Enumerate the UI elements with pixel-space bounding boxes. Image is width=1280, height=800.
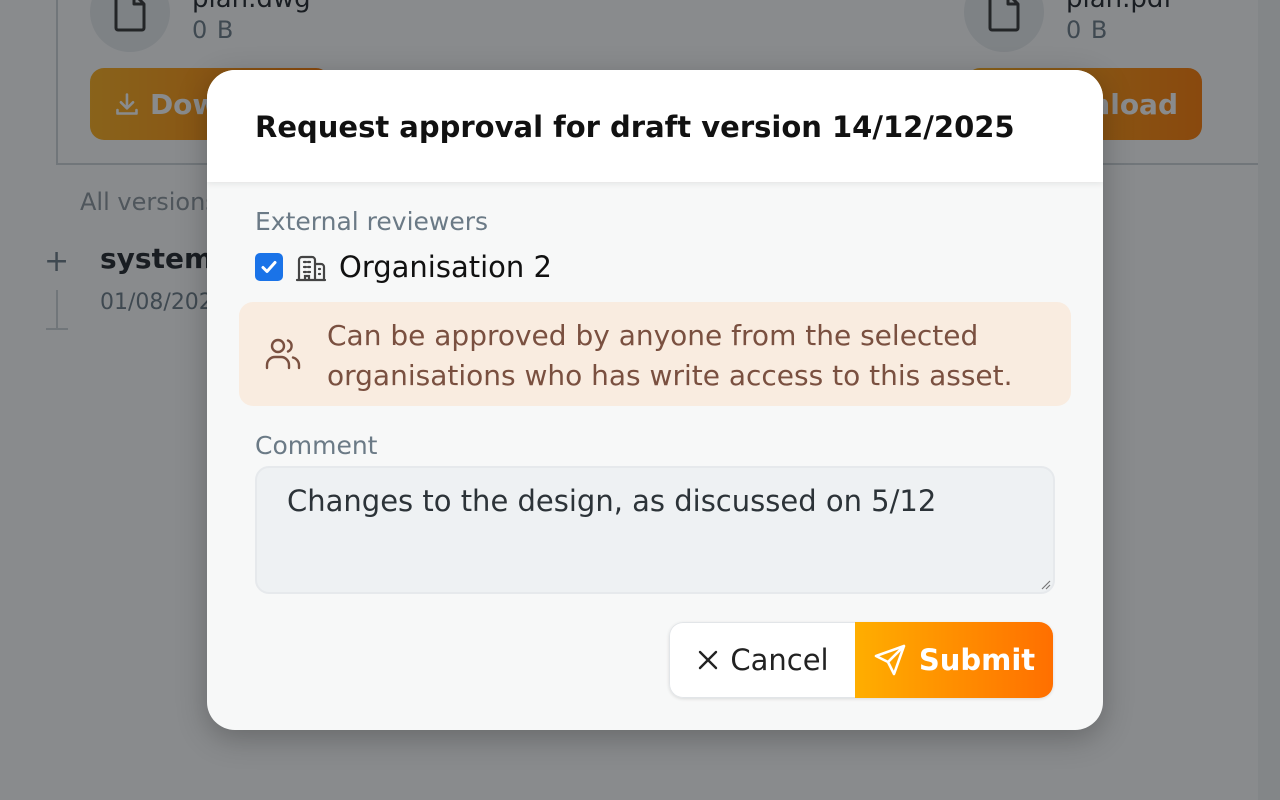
resize-grip-icon[interactable]: [1039, 578, 1051, 590]
organisation-label: Organisation 2: [339, 250, 552, 284]
info-callout: Can be approved by anyone from the selec…: [239, 302, 1071, 406]
building-icon: [295, 255, 327, 282]
comment-label: Comment: [255, 431, 378, 460]
cancel-label: Cancel: [730, 643, 829, 677]
cancel-button[interactable]: Cancel: [669, 622, 855, 698]
organisation-option[interactable]: Organisation 2: [255, 250, 552, 284]
submit-button[interactable]: Submit: [855, 622, 1053, 698]
dialog-header: Request approval for draft version 14/12…: [207, 70, 1103, 182]
comment-textarea[interactable]: Changes to the design, as discussed on 5…: [255, 466, 1055, 594]
comment-value: Changes to the design, as discussed on 5…: [287, 484, 937, 518]
dialog-title: Request approval for draft version 14/12…: [255, 110, 1015, 144]
checkbox-check-icon: [261, 261, 277, 273]
submit-label: Submit: [918, 643, 1036, 677]
users-icon: [265, 338, 301, 370]
organisation-checkbox[interactable]: [255, 253, 283, 281]
send-icon: [874, 644, 906, 676]
reviewers-label: External reviewers: [255, 207, 489, 236]
dialog-actions: Cancel Submit: [669, 622, 1053, 698]
close-icon: [699, 650, 718, 670]
info-text: Can be approved by anyone from the selec…: [327, 319, 1013, 392]
approval-dialog: Request approval for draft version 14/12…: [207, 70, 1103, 730]
